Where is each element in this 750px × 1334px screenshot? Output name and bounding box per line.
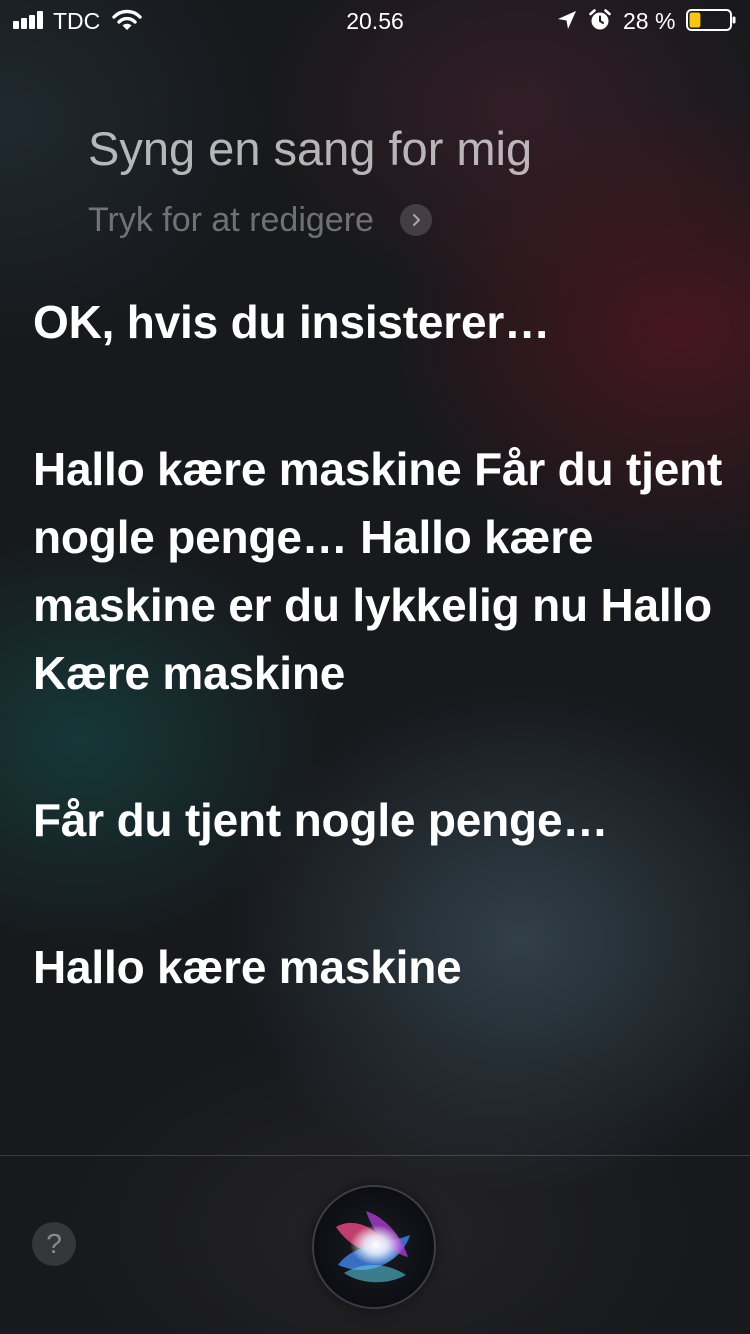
siri-query: Syng en sang for mig <box>88 122 533 175</box>
response-paragraph: Hallo kære maskine <box>33 941 462 993</box>
help-button[interactable]: ? <box>32 1222 76 1266</box>
battery-percent: 28 % <box>623 8 676 34</box>
response-paragraph: Får du tjent nogle penge… <box>33 794 609 846</box>
tap-to-edit-label: Tryk for at redigere <box>88 201 374 239</box>
bottom-divider <box>0 1155 750 1156</box>
battery-icon <box>686 9 736 31</box>
response-paragraph: OK, hvis du insisterer… <box>33 296 550 348</box>
status-bar: TDC 20.56 28 % <box>0 0 750 42</box>
response-paragraph: Hallo kære maskine Får du tjent nogle pe… <box>33 443 723 699</box>
siri-orb-icon[interactable] <box>314 1187 434 1307</box>
location-arrow-icon <box>558 11 576 29</box>
chevron-right-icon <box>399 204 432 236</box>
tap-to-edit-button[interactable]: Tryk for at redigere <box>88 200 432 240</box>
siri-response: OK, hvis du insisterer… Hallo kære maski… <box>33 288 723 1001</box>
alarm-clock-icon <box>589 9 611 30</box>
